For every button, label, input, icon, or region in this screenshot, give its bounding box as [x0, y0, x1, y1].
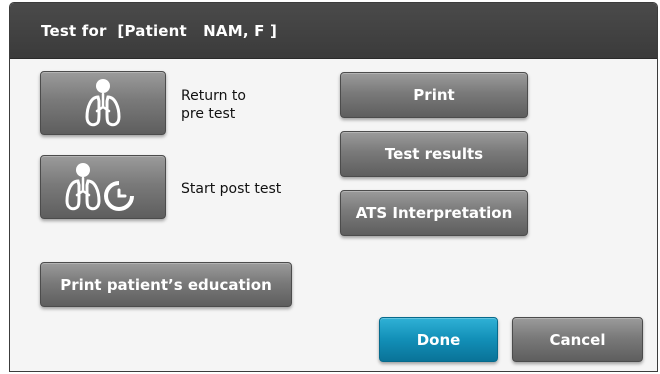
test-dialog: Test for [Patient NAM, F ] Return to pre…	[9, 2, 658, 372]
test-results-button[interactable]: Test results	[340, 131, 528, 177]
dialog-titlebar: Test for [Patient NAM, F ]	[10, 3, 657, 59]
return-pre-test-label: Return to pre test	[181, 88, 246, 122]
start-post-test-button[interactable]	[40, 155, 166, 219]
print-button[interactable]: Print	[340, 72, 528, 118]
ats-interpretation-button[interactable]: ATS Interpretation	[340, 190, 528, 236]
print-patient-education-button[interactable]: Print patient’s education	[40, 262, 292, 307]
return-pre-test-button[interactable]	[40, 71, 166, 135]
dialog-title: Test for [Patient NAM, F ]	[41, 22, 278, 40]
start-post-test-label: Start post test	[181, 181, 282, 197]
cancel-button[interactable]: Cancel	[512, 317, 643, 362]
lungs-patient-icon	[85, 79, 121, 127]
done-button[interactable]: Done	[379, 317, 498, 362]
lungs-timer-icon	[65, 163, 134, 211]
